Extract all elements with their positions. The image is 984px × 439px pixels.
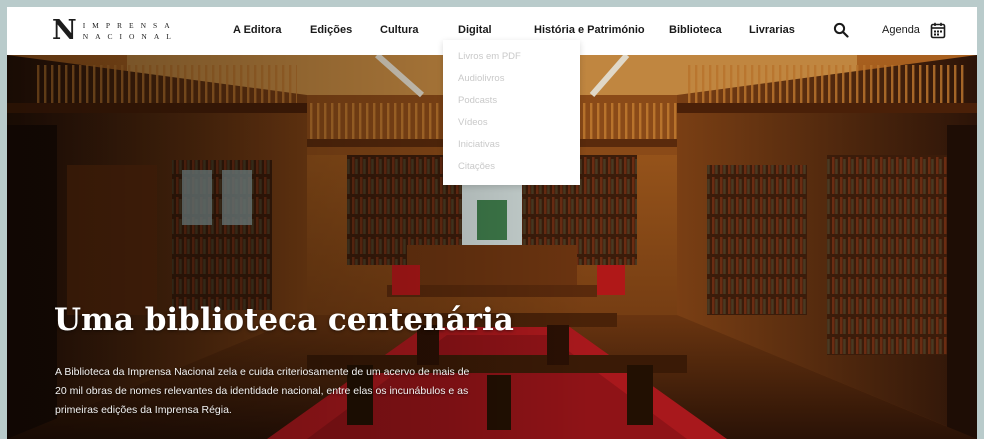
nav-item-digital[interactable]: Digital <box>458 24 492 37</box>
menu-item-citacoes[interactable]: Citações <box>443 161 580 183</box>
hero-description: A Biblioteca da Imprensa Nacional zela e… <box>55 366 470 416</box>
logo-mark: N <box>52 15 77 46</box>
menu-item-livros-pdf[interactable]: Livros em PDF <box>443 51 580 73</box>
menu-item-audiolivros[interactable]: Audiolivros <box>443 73 580 95</box>
nav-item-cultura[interactable]: Cultura <box>380 24 419 37</box>
nav-item-edicoes[interactable]: Edições <box>310 24 352 37</box>
agenda-link[interactable]: Agenda <box>882 24 920 37</box>
search-icon[interactable] <box>833 22 849 38</box>
digital-dropdown-menu: Livros em PDF Audiolivros Podcasts Vídeo… <box>443 40 580 185</box>
calendar-icon[interactable] <box>930 22 946 39</box>
logo-wordmark: IMPRENSA NACIONAL <box>83 20 178 42</box>
nav-item-livrarias[interactable]: Livrarias <box>749 24 795 37</box>
logo-line-2: NACIONAL <box>82 32 178 41</box>
menu-item-podcasts[interactable]: Podcasts <box>443 95 580 117</box>
nav-item-historia-patrimonio[interactable]: História e Património <box>534 24 645 37</box>
logo-line-1: IMPRENSA <box>82 21 177 30</box>
menu-item-iniciativas[interactable]: Iniciativas <box>443 139 580 161</box>
menu-item-videos[interactable]: Vídeos <box>443 117 580 139</box>
nav-item-biblioteca[interactable]: Biblioteca <box>669 24 722 37</box>
browser-frame: N IMPRENSA NACIONAL A Editora Edições Cu… <box>7 7 977 439</box>
nav-item-a-editora[interactable]: A Editora <box>233 24 282 37</box>
hero-title: Uma biblioteca centenária <box>54 302 514 338</box>
logo[interactable]: N IMPRENSA NACIONAL <box>52 16 178 46</box>
